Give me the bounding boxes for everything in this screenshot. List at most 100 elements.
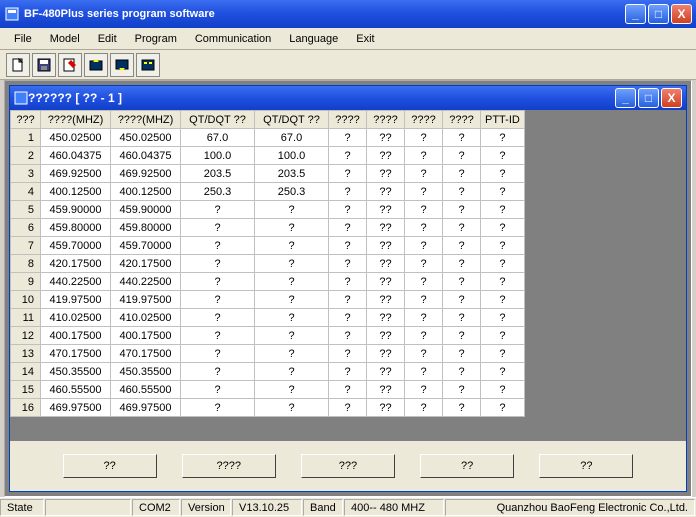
cell[interactable]: ? <box>443 309 481 327</box>
cell[interactable]: ? <box>181 327 255 345</box>
col-header-7[interactable]: ???? <box>405 111 443 129</box>
row-number[interactable]: 10 <box>11 291 41 309</box>
menu-language[interactable]: Language <box>281 31 346 47</box>
table-row[interactable]: 11410.02500410.02500???????? <box>11 309 525 327</box>
cell[interactable]: ? <box>255 381 329 399</box>
cell[interactable]: ?? <box>367 273 405 291</box>
cell[interactable]: ? <box>481 147 525 165</box>
cell[interactable]: 460.55500 <box>41 381 111 399</box>
cell[interactable]: ?? <box>367 219 405 237</box>
cell[interactable]: 419.97500 <box>111 291 181 309</box>
cell[interactable]: ? <box>181 381 255 399</box>
row-number[interactable]: 15 <box>11 381 41 399</box>
cell[interactable]: ? <box>443 219 481 237</box>
menu-exit[interactable]: Exit <box>348 31 382 47</box>
write-icon[interactable] <box>110 53 134 77</box>
cell[interactable]: ? <box>481 219 525 237</box>
row-number[interactable]: 12 <box>11 327 41 345</box>
cell[interactable]: ?? <box>367 327 405 345</box>
maximize-button[interactable]: □ <box>648 4 669 24</box>
cell[interactable]: 440.22500 <box>41 273 111 291</box>
col-header-2[interactable]: ????(MHZ) <box>111 111 181 129</box>
cell[interactable]: 67.0 <box>181 129 255 147</box>
cell[interactable]: ?? <box>367 147 405 165</box>
cell[interactable]: ?? <box>367 381 405 399</box>
cell[interactable]: ? <box>405 147 443 165</box>
cell[interactable]: ? <box>329 255 367 273</box>
cell[interactable]: ? <box>481 345 525 363</box>
cell[interactable]: 460.55500 <box>111 381 181 399</box>
cell[interactable]: 400.17500 <box>111 327 181 345</box>
cell[interactable]: 459.70000 <box>41 237 111 255</box>
child-maximize-button[interactable]: □ <box>638 88 659 108</box>
action-button-1[interactable]: ???? <box>182 454 276 478</box>
row-number[interactable]: 3 <box>11 165 41 183</box>
edit-icon[interactable] <box>58 53 82 77</box>
save-icon[interactable] <box>32 53 56 77</box>
cell[interactable]: ? <box>443 255 481 273</box>
table-row[interactable]: 8420.17500420.17500???????? <box>11 255 525 273</box>
cell[interactable]: ? <box>405 381 443 399</box>
cell[interactable]: ? <box>481 381 525 399</box>
cell[interactable]: ? <box>481 327 525 345</box>
cell[interactable]: ? <box>481 183 525 201</box>
cell[interactable]: ? <box>181 201 255 219</box>
action-button-4[interactable]: ?? <box>539 454 633 478</box>
cell[interactable]: ? <box>405 255 443 273</box>
row-number[interactable]: 14 <box>11 363 41 381</box>
cell[interactable]: ? <box>329 219 367 237</box>
cell[interactable]: ?? <box>367 363 405 381</box>
cell[interactable]: ? <box>443 129 481 147</box>
cell[interactable]: 420.17500 <box>111 255 181 273</box>
close-button[interactable]: X <box>671 4 692 24</box>
cell[interactable]: ? <box>443 399 481 417</box>
action-button-3[interactable]: ?? <box>420 454 514 478</box>
cell[interactable]: ? <box>443 183 481 201</box>
cell[interactable]: ? <box>405 327 443 345</box>
cell[interactable]: ? <box>181 345 255 363</box>
cell[interactable]: ? <box>443 345 481 363</box>
col-header-6[interactable]: ???? <box>367 111 405 129</box>
table-row[interactable]: 5459.90000459.90000???????? <box>11 201 525 219</box>
cell[interactable]: ?? <box>367 255 405 273</box>
cell[interactable]: 203.5 <box>181 165 255 183</box>
menu-communication[interactable]: Communication <box>187 31 279 47</box>
col-header-0[interactable]: ??? <box>11 111 41 129</box>
cell[interactable]: ? <box>329 237 367 255</box>
row-number[interactable]: 7 <box>11 237 41 255</box>
cell[interactable]: ? <box>405 129 443 147</box>
cell[interactable]: ?? <box>367 183 405 201</box>
cell[interactable]: 469.92500 <box>41 165 111 183</box>
cell[interactable]: ?? <box>367 165 405 183</box>
cell[interactable]: 410.02500 <box>111 309 181 327</box>
cell[interactable]: ? <box>255 327 329 345</box>
cell[interactable]: ? <box>405 237 443 255</box>
cell[interactable]: ? <box>443 273 481 291</box>
cell[interactable]: 203.5 <box>255 165 329 183</box>
cell[interactable]: ? <box>405 309 443 327</box>
channel-table[interactable]: ???????(MHZ)????(MHZ)QT/DQT ??QT/DQT ???… <box>10 110 525 417</box>
cell[interactable]: 450.02500 <box>111 129 181 147</box>
cell[interactable]: ?? <box>367 201 405 219</box>
table-row[interactable]: 6459.80000459.80000???????? <box>11 219 525 237</box>
cell[interactable]: 100.0 <box>255 147 329 165</box>
col-header-3[interactable]: QT/DQT ?? <box>181 111 255 129</box>
cell[interactable]: ? <box>405 201 443 219</box>
cell[interactable]: ?? <box>367 345 405 363</box>
cell[interactable]: 450.35500 <box>41 363 111 381</box>
cell[interactable]: ? <box>329 309 367 327</box>
cell[interactable]: ? <box>443 237 481 255</box>
cell[interactable]: ? <box>443 381 481 399</box>
cell[interactable]: ? <box>481 399 525 417</box>
cell[interactable]: ? <box>255 309 329 327</box>
cell[interactable]: ? <box>481 273 525 291</box>
cell[interactable]: ? <box>329 291 367 309</box>
row-number[interactable]: 13 <box>11 345 41 363</box>
table-row[interactable]: 13470.17500470.17500???????? <box>11 345 525 363</box>
cell[interactable]: 400.12500 <box>41 183 111 201</box>
cell[interactable]: 459.80000 <box>111 219 181 237</box>
cell[interactable]: ? <box>255 237 329 255</box>
cell[interactable]: ? <box>181 273 255 291</box>
cell[interactable]: 400.12500 <box>111 183 181 201</box>
cell[interactable]: ? <box>443 363 481 381</box>
